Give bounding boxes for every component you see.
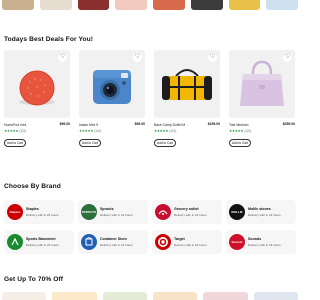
promo-section-title: Get Up To 70% Off <box>4 276 64 283</box>
product-name[interactable]: Base Camp Duffel M <box>154 123 185 127</box>
brand-name: Grocery outlet <box>174 207 199 211</box>
promo-image[interactable] <box>203 292 248 300</box>
product-card[interactable]: ♡ Tote Medium $259.00 ★★★★★(121) Add to … <box>229 50 295 155</box>
promo-image[interactable] <box>152 292 198 300</box>
sports-basement-logo <box>7 234 23 250</box>
brand-card-sounds[interactable]: Sounds Sounds Delivery with in 24 hours <box>226 230 296 254</box>
category-image[interactable] <box>190 0 223 10</box>
product-name[interactable]: Tote Medium <box>229 123 248 127</box>
mollie-stones-logo: MOLLIE <box>229 204 245 220</box>
sprouts-logo: SPROUTS <box>81 204 97 220</box>
review-count: (121) <box>19 129 27 133</box>
add-to-cart-button[interactable]: Add to Cart <box>229 139 251 147</box>
category-image[interactable] <box>266 0 298 10</box>
container-store-logo <box>81 234 97 250</box>
promo-image[interactable] <box>2 292 47 300</box>
brand-section-title: Choose By Brand <box>4 183 61 190</box>
product-name[interactable]: HomePod mini <box>4 123 26 127</box>
target-logo <box>155 234 171 250</box>
review-count: (121) <box>244 129 252 133</box>
brand-delivery-text: Delivery with in 24 hours <box>100 243 133 247</box>
heart-icon[interactable]: ♡ <box>208 53 217 62</box>
category-image[interactable] <box>153 0 185 10</box>
rating-stars: ★★★★★ <box>229 129 244 133</box>
staples-logo: Staples <box>7 204 23 220</box>
product-card[interactable]: ♡ HomePod mini $99.00 ★★★★★(121) Add to … <box>4 50 70 155</box>
review-count: (121) <box>94 129 102 133</box>
promo-image[interactable] <box>52 292 97 300</box>
brand-name: Container Store <box>100 237 127 241</box>
brand-name: Sports Basement <box>26 237 56 241</box>
category-image[interactable] <box>228 0 261 10</box>
product-card[interactable]: ♡ Base Camp Duffel M $159.00 ★★★★★(121) … <box>154 50 220 155</box>
grocery-outlet-logo <box>155 204 171 220</box>
category-image[interactable] <box>115 0 147 10</box>
rating-stars: ★★★★★ <box>154 129 169 133</box>
product-image[interactable]: ♡ <box>4 50 70 118</box>
heart-icon[interactable]: ♡ <box>58 53 67 62</box>
product-price: $99.00 <box>59 122 70 126</box>
brand-name: Target <box>174 237 185 241</box>
product-image[interactable]: ♡ <box>229 50 295 118</box>
brand-delivery-text: Delivery with in 24 hours <box>26 213 59 217</box>
brand-delivery-text: Delivery with in 24 hours <box>174 213 207 217</box>
product-rating: ★★★★★(121) <box>79 129 101 133</box>
deals-section-title: Todays Best Deals For You! <box>4 36 94 43</box>
product-price: $159.00 <box>207 122 220 126</box>
product-name[interactable]: Instax Mini 9 <box>79 123 98 127</box>
brand-name: Sounds <box>248 237 262 241</box>
brand-card-grocery-outlet[interactable]: Grocery outlet Delivery with in 24 hours <box>152 200 222 224</box>
category-image[interactable] <box>2 0 34 10</box>
review-count: (121) <box>169 129 177 133</box>
brand-card-staples[interactable]: Staples Staples Delivery with in 24 hour… <box>4 200 74 224</box>
brand-delivery-text: Delivery with in 24 hours <box>248 213 281 217</box>
rating-stars: ★★★★★ <box>4 129 19 133</box>
product-image[interactable]: ♡ <box>154 50 220 118</box>
brand-grid: Staples Staples Delivery with in 24 hour… <box>4 200 296 260</box>
promo-image[interactable] <box>253 292 298 300</box>
product-rating: ★★★★★(121) <box>154 129 176 133</box>
brand-delivery-text: Delivery with in 24 hours <box>174 243 207 247</box>
brand-delivery-text: Delivery with in 24 hours <box>248 243 281 247</box>
sounds-logo: Sounds <box>229 234 245 250</box>
product-image[interactable]: ♡ <box>79 50 145 118</box>
category-image-strip <box>0 0 300 14</box>
brand-card-mollie-stones[interactable]: MOLLIE Mollie stones Delivery with in 24… <box>226 200 296 224</box>
promo-image-strip <box>0 292 300 300</box>
product-price: $99.00 <box>134 122 145 126</box>
deals-row: ♡ HomePod mini $99.00 ★★★★★(121) Add to … <box>4 50 300 160</box>
product-price: $259.00 <box>282 122 295 126</box>
heart-icon[interactable]: ♡ <box>283 53 292 62</box>
category-image[interactable] <box>77 0 110 10</box>
heart-icon[interactable]: ♡ <box>133 53 142 62</box>
add-to-cart-button[interactable]: Add to Cart <box>4 139 26 147</box>
rating-stars: ★★★★★ <box>79 129 94 133</box>
product-card[interactable]: ♡ Instax Mini 9 $99.00 ★★★★★(121) Add to… <box>79 50 145 155</box>
product-rating: ★★★★★(121) <box>229 129 251 133</box>
brand-card-container-store[interactable]: Container Store Delivery with in 24 hour… <box>78 230 148 254</box>
product-rating: ★★★★★(121) <box>4 129 26 133</box>
category-image[interactable] <box>39 0 72 10</box>
brand-name: Mollie stones <box>248 207 271 211</box>
brand-card-sports-basement[interactable]: Sports Basement Delivery with in 24 hour… <box>4 230 74 254</box>
brand-card-sprouts[interactable]: SPROUTS Sprouts Delivery with in 24 hour… <box>78 200 148 224</box>
promo-image[interactable] <box>102 292 147 300</box>
brand-name: Staples <box>26 207 39 211</box>
add-to-cart-button[interactable]: Add to Cart <box>79 139 101 147</box>
brand-delivery-text: Delivery with in 24 hours <box>100 213 133 217</box>
brand-name: Sprouts <box>100 207 114 211</box>
add-to-cart-button[interactable]: Add to Cart <box>154 139 176 147</box>
brand-delivery-text: Delivery with in 24 hours <box>26 243 59 247</box>
brand-card-target[interactable]: Target Delivery with in 24 hours <box>152 230 222 254</box>
